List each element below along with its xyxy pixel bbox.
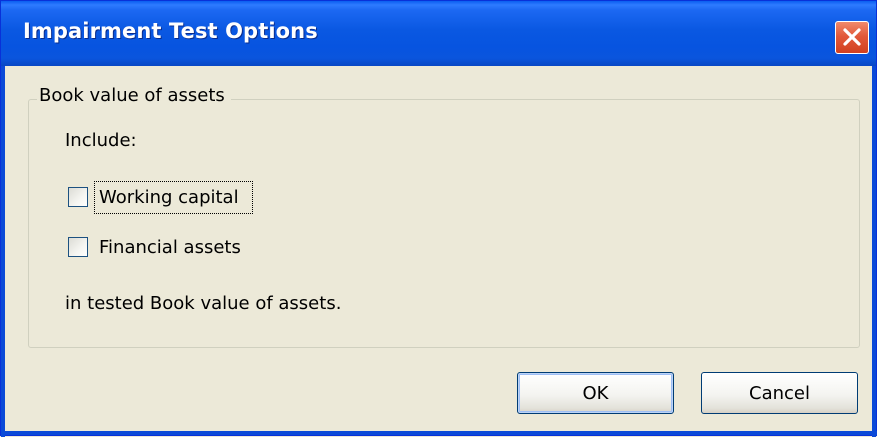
dialog-window: Impairment Test Options Book value of as… bbox=[0, 0, 877, 437]
window-border-bottom bbox=[1, 431, 877, 435]
window-border-left bbox=[1, 66, 5, 437]
title-bar[interactable]: Impairment Test Options bbox=[1, 1, 876, 66]
close-icon bbox=[843, 28, 861, 46]
footer-description: in tested Book value of assets. bbox=[65, 293, 342, 314]
working-capital-checkbox[interactable] bbox=[68, 187, 88, 207]
financial-assets-label[interactable]: Financial assets bbox=[99, 237, 241, 258]
include-label: Include: bbox=[65, 130, 137, 151]
window-title: Impairment Test Options bbox=[23, 19, 318, 43]
working-capital-label[interactable]: Working capital bbox=[99, 187, 239, 208]
financial-assets-checkbox[interactable] bbox=[68, 237, 88, 257]
close-button[interactable] bbox=[835, 21, 869, 54]
cancel-button[interactable]: Cancel bbox=[701, 372, 858, 414]
ok-button[interactable]: OK bbox=[517, 372, 674, 414]
groupbox-legend: Book value of assets bbox=[37, 85, 231, 106]
window-border-right bbox=[872, 66, 876, 437]
